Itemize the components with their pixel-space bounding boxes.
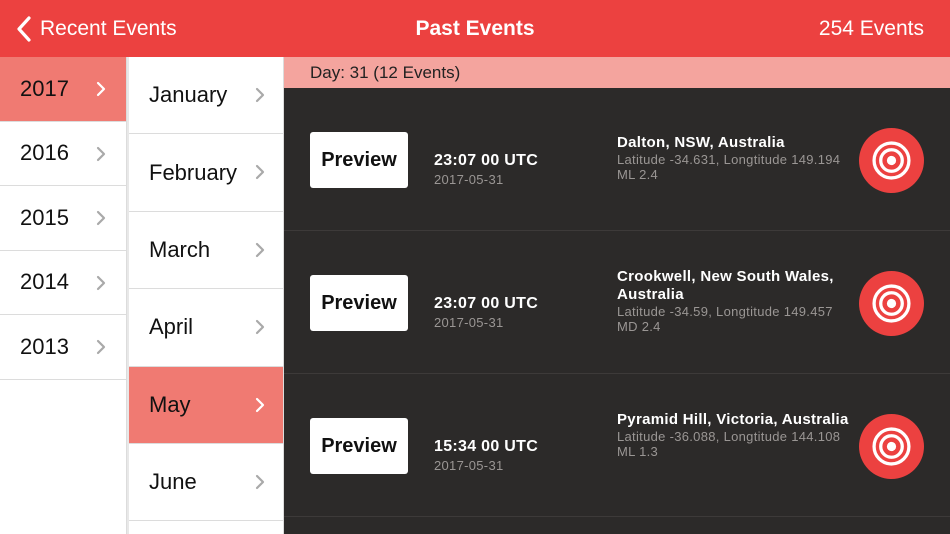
event-row[interactable]: Preview 23:07 00 UTC 2017-05-31 Dalton, … [284, 88, 950, 231]
preview-button[interactable]: Preview [310, 132, 408, 188]
year-list: 2017 2016 2015 2014 2013 [0, 57, 127, 534]
month-label: March [149, 236, 211, 262]
event-place: Crookwell, New South Wales, Australia [617, 268, 834, 303]
event-detail: Latitude -36.088, Longtitude 144.108 ML … [617, 429, 841, 459]
chevron-right-icon [96, 275, 106, 290]
event-date: 2017-05-31 [434, 172, 504, 187]
chevron-right-icon [255, 474, 265, 490]
event-count: 254 Events [818, 17, 924, 40]
navigation-bar: Recent Events Past Events 254 Events [0, 0, 950, 57]
year-label: 2013 [20, 333, 69, 359]
year-label: 2014 [20, 269, 69, 295]
event-date: 2017-05-31 [434, 458, 504, 473]
month-item[interactable]: March [129, 212, 283, 290]
event-detail: Latitude -34.631, Longtitude 149.194 ML … [617, 152, 841, 182]
event-time: 23:07 00 UTC [434, 295, 539, 312]
chevron-right-icon [255, 87, 265, 103]
day-header: Day: 31 (12 Events) [284, 57, 950, 88]
event-target-button[interactable] [859, 128, 924, 193]
event-place: Dalton, NSW, Australia [617, 134, 785, 151]
month-item[interactable]: January [129, 57, 283, 135]
target-icon [872, 141, 911, 180]
month-label: January [149, 82, 228, 108]
back-button-label: Recent Events [40, 16, 177, 40]
event-info: Dalton, NSW, Australia Latitude -34.631,… [617, 134, 852, 182]
month-label: May [149, 391, 191, 417]
year-label: 2017 [20, 75, 69, 101]
chevron-right-icon [255, 320, 265, 335]
event-row[interactable]: Preview 15:34 00 UTC 2017-05-31 Pyramid … [284, 374, 950, 517]
chevron-right-icon [255, 165, 265, 180]
chevron-right-icon [96, 339, 106, 355]
chevron-right-icon [255, 397, 265, 412]
event-info: Pyramid Hill, Victoria, Australia Latitu… [617, 411, 852, 459]
year-item[interactable]: 2013 [0, 315, 126, 380]
back-button[interactable]: Recent Events [14, 0, 177, 57]
app-root: Recent Events Past Events 254 Events 201… [0, 0, 950, 534]
events-pane: Day: 31 (12 Events) Preview 23:07 00 UTC… [284, 57, 950, 534]
chevron-right-icon [96, 146, 106, 161]
chevron-right-icon [96, 210, 106, 226]
month-label: February [149, 159, 238, 185]
year-item[interactable]: 2017 [0, 57, 126, 122]
month-item[interactable]: April [129, 289, 283, 367]
event-info: Crookwell, New South Wales, Australia La… [617, 268, 852, 334]
event-target-button[interactable] [859, 414, 924, 479]
year-label: 2016 [20, 140, 69, 166]
month-item[interactable]: June [129, 444, 283, 522]
event-row[interactable]: Preview 23:07 00 UTC 2017-05-31 Crookwel… [284, 231, 950, 374]
month-item[interactable]: February [129, 134, 283, 212]
chevron-right-icon [96, 81, 106, 97]
month-label: April [149, 314, 194, 340]
event-target-button[interactable] [859, 271, 924, 336]
preview-button[interactable]: Preview [310, 275, 408, 331]
preview-button[interactable]: Preview [310, 418, 408, 474]
event-place: Pyramid Hill, Victoria, Australia [617, 411, 849, 428]
month-list: January February March April May June [127, 57, 284, 534]
month-label: June [149, 469, 197, 495]
event-time: 15:34 00 UTC [434, 438, 539, 455]
chevron-right-icon [255, 242, 265, 257]
year-item[interactable]: 2016 [0, 122, 126, 186]
event-date: 2017-05-31 [434, 315, 504, 330]
year-label: 2015 [20, 204, 69, 230]
event-detail: Latitude -34.59, Longtitude 149.457 MD 2… [617, 304, 833, 334]
target-icon [872, 284, 911, 323]
year-item[interactable]: 2014 [0, 251, 126, 315]
event-time: 23:07 00 UTC [434, 152, 539, 169]
target-icon [872, 427, 911, 466]
month-item[interactable]: May [129, 366, 283, 444]
year-item[interactable]: 2015 [0, 186, 126, 251]
chevron-left-icon [17, 15, 31, 42]
